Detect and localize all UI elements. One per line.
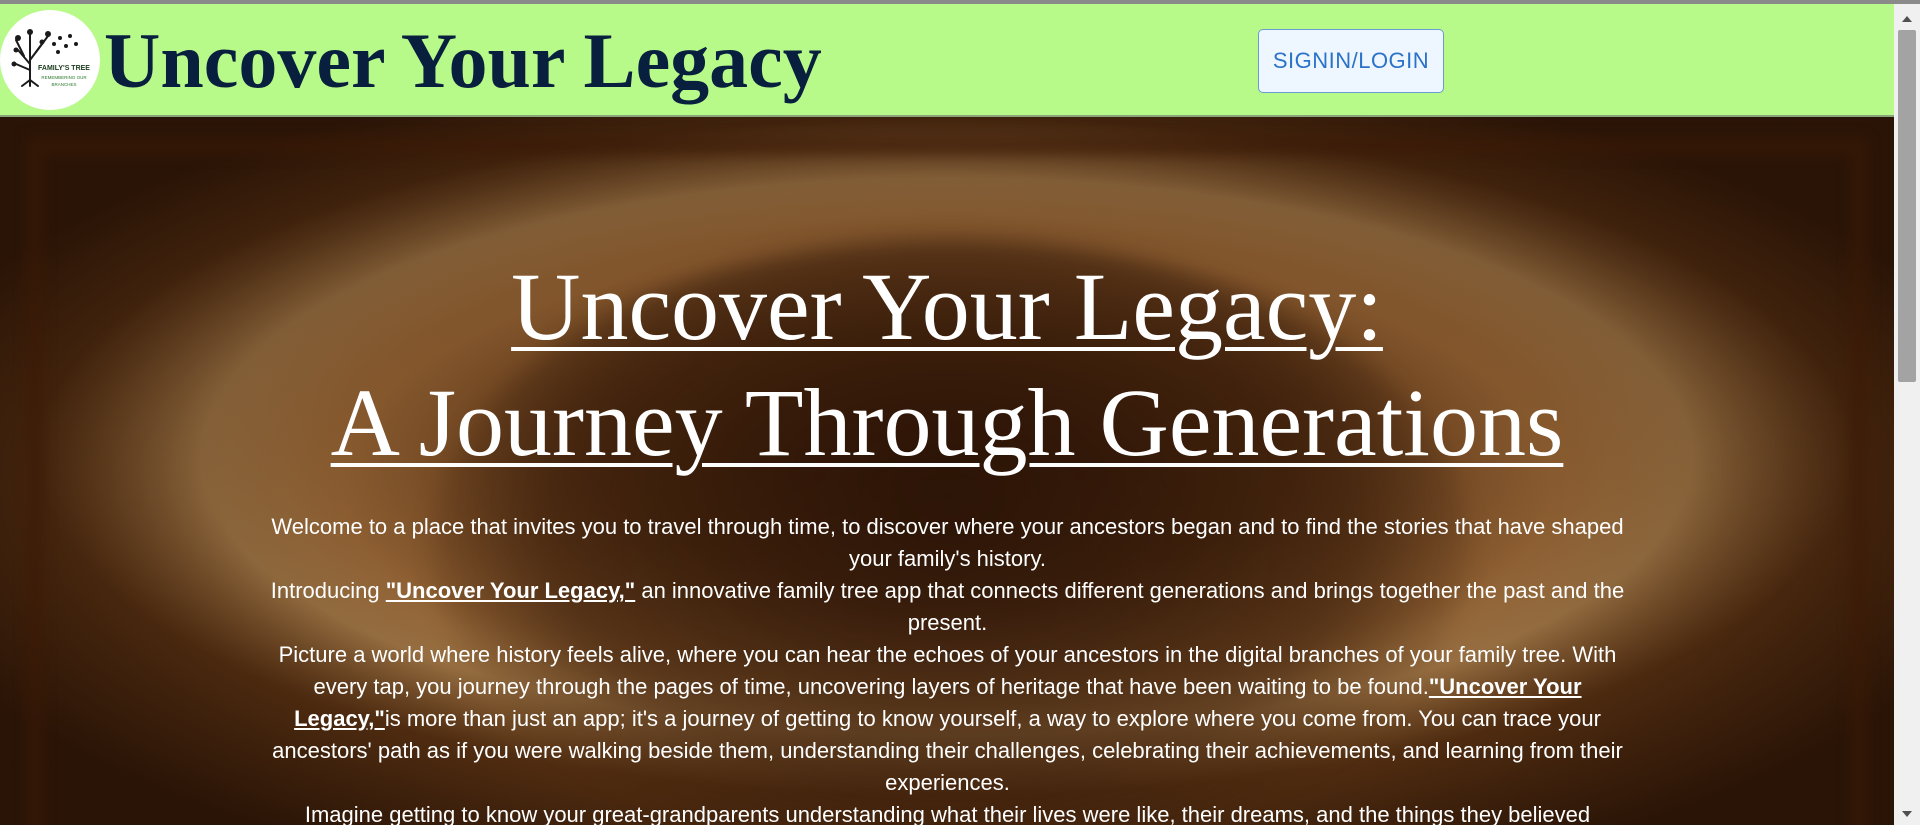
family-tree-logo-icon: FAMILY'S TREE REMEMBERING OUR BRANCHES <box>11 29 90 87</box>
hero-description: Welcome to a place that invites you to t… <box>270 511 1625 825</box>
hero-section: Uncover Your Legacy: A Journey Through G… <box>0 117 1894 825</box>
page-scrollbar[interactable] <box>1894 4 1920 825</box>
imagine-paragraph: Imagine getting to know your great-grand… <box>304 802 1591 825</box>
intro-paragraph: Welcome to a place that invites you to t… <box>271 514 1624 571</box>
scrollbar-thumb[interactable] <box>1898 30 1916 382</box>
scroll-down-arrow-icon[interactable] <box>1894 805 1920 823</box>
svg-text:BRANCHES: BRANCHES <box>51 82 76 87</box>
hero-heading: Uncover Your Legacy: A Journey Through G… <box>0 249 1894 481</box>
signin-login-button[interactable]: SIGNIN/LOGIN <box>1258 29 1444 93</box>
site-header: FAMILY'S TREE REMEMBERING OUR BRANCHES U… <box>0 4 1894 117</box>
svg-text:REMEMBERING OUR: REMEMBERING OUR <box>41 75 87 80</box>
introducing-paragraph: Introducing "Uncover Your Legacy," an in… <box>270 575 1625 639</box>
uncover-legacy-link[interactable]: "Uncover Your Legacy," <box>386 578 636 603</box>
hero-heading-line2: A Journey Through Generations <box>330 369 1564 476</box>
site-logo[interactable]: FAMILY'S TREE REMEMBERING OUR BRANCHES <box>0 10 100 110</box>
brand-title: Uncover Your Legacy <box>104 17 822 104</box>
picture-paragraph: Picture a world where history feels aliv… <box>270 639 1625 799</box>
introducing-rest: an innovative family tree app that conne… <box>635 578 1625 635</box>
picture-rest: is more than just an app; it's a journey… <box>272 706 1623 795</box>
hero-heading-line1: Uncover Your Legacy: <box>511 253 1383 360</box>
scroll-up-arrow-icon[interactable] <box>1894 10 1920 28</box>
introducing-text: Introducing <box>270 578 386 603</box>
svg-text:FAMILY'S TREE: FAMILY'S TREE <box>38 65 90 72</box>
picture-text: Picture a world where history feels aliv… <box>278 642 1617 699</box>
